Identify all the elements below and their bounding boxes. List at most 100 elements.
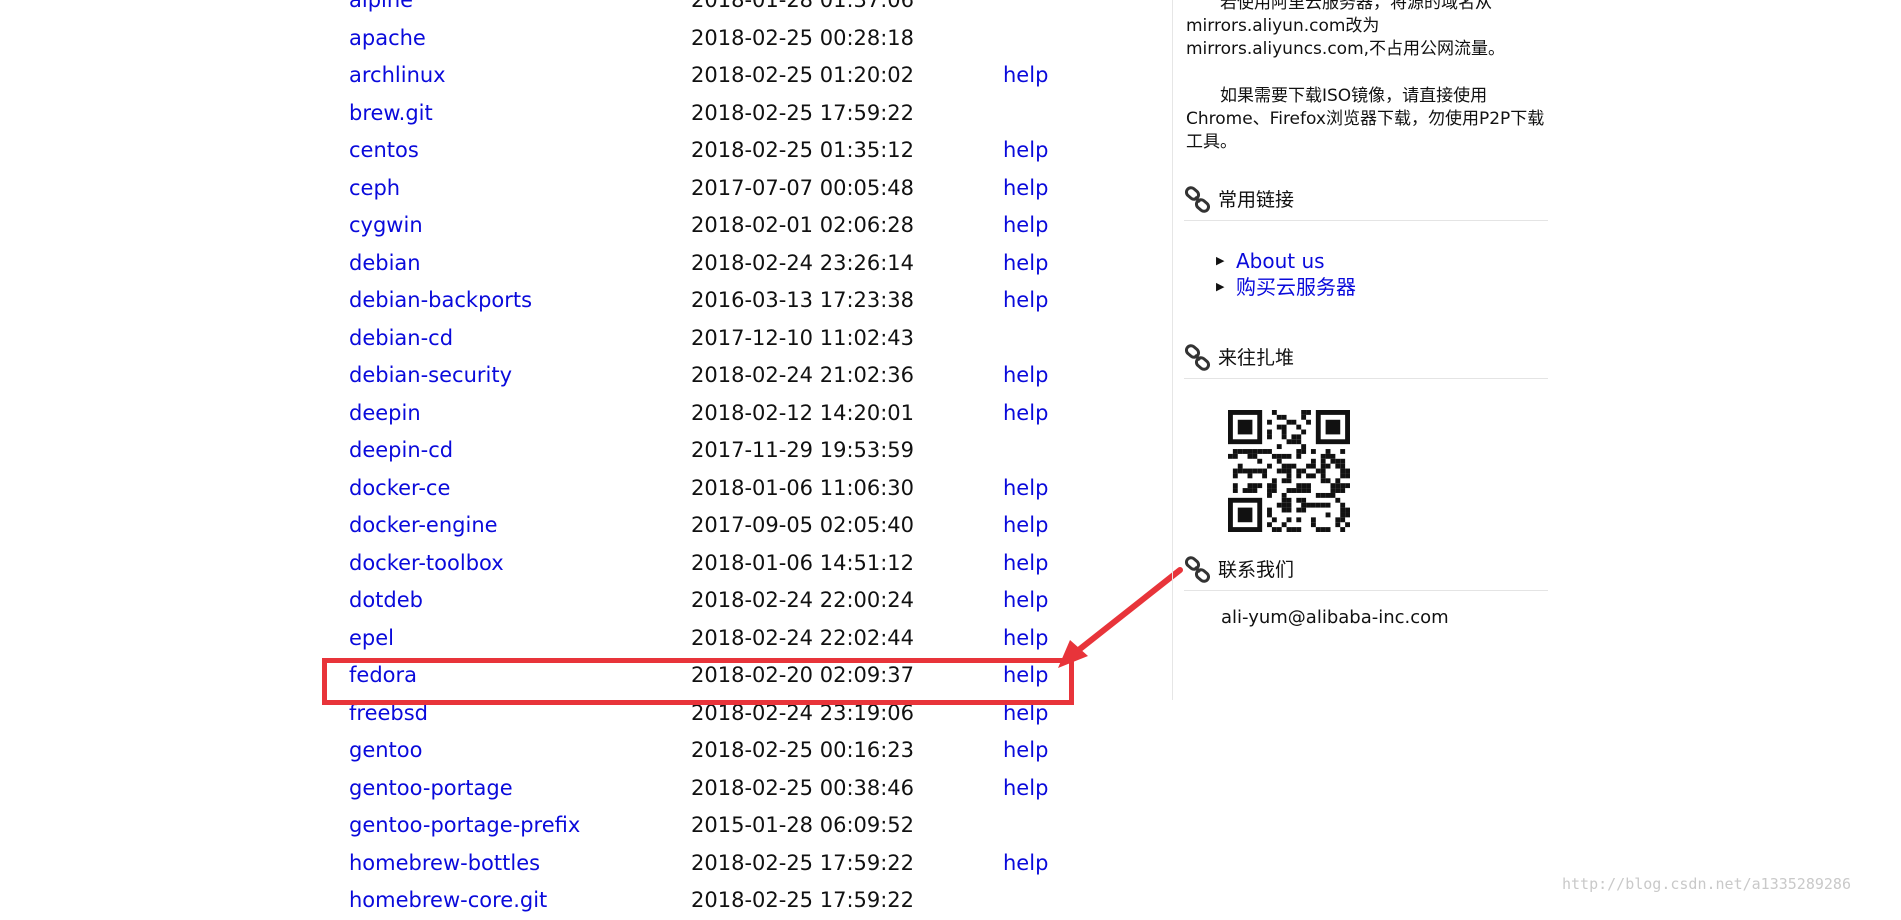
mirror-name-link[interactable]: debian-cd xyxy=(349,320,453,358)
mirror-help-link[interactable]: help xyxy=(1003,57,1048,95)
mirror-row: epel 2018-02-24 22:02:44 help xyxy=(349,620,1069,658)
mirror-row: debian-backports 2016-03-13 17:23:38 help xyxy=(349,282,1069,320)
mirror-name-link[interactable]: alpine xyxy=(349,0,413,20)
mirror-name-link[interactable]: deepin-cd xyxy=(349,432,453,470)
mirror-updated-date: 2018-02-25 17:59:22 xyxy=(691,100,915,125)
notice-iso: 如果需要下载ISO镜像，请直接使用Chrome、Firefox浏览器下载，勿使用… xyxy=(1186,85,1546,154)
mirror-row: gentoo-portage 2018-02-25 00:38:46 help xyxy=(349,770,1069,808)
mirror-row: gentoo-portage-prefix 2015-01-28 06:09:52 xyxy=(349,807,1069,845)
mirror-name-link[interactable]: gentoo-portage xyxy=(349,770,513,808)
mirror-row: docker-engine 2017-09-05 02:05:40 help xyxy=(349,507,1069,545)
mirror-help-link[interactable]: help xyxy=(1003,245,1048,283)
buy-server-link[interactable]: 购买云服务器 xyxy=(1236,275,1356,299)
triangle-bullet-icon: ▶ xyxy=(1216,280,1225,293)
mirror-help-link[interactable]: help xyxy=(1003,132,1048,170)
mirror-name-link[interactable]: ceph xyxy=(349,170,400,208)
mirror-help-link[interactable]: help xyxy=(1003,395,1048,433)
watermark: http://blog.csdn.net/a1335289286 xyxy=(1562,875,1851,893)
mirror-row: docker-toolbox 2018-01-06 14:51:12 help xyxy=(349,545,1069,583)
mirror-row: homebrew-bottles 2018-02-25 17:59:22 help xyxy=(349,845,1069,883)
mirror-help-link[interactable]: help xyxy=(1003,845,1048,883)
mirror-row: debian 2018-02-24 23:26:14 help xyxy=(349,245,1069,283)
mirror-help-link[interactable]: help xyxy=(1003,507,1048,545)
link-item-buy-server: ▶ 购买云服务器 xyxy=(1216,274,1356,300)
mirror-help-link[interactable]: help xyxy=(1003,170,1048,208)
mirror-row: archlinux 2018-02-25 01:20:02 help xyxy=(349,57,1069,95)
chain-link-icon xyxy=(1184,556,1211,583)
mirror-row: cygwin 2018-02-01 02:06:28 help xyxy=(349,207,1069,245)
mirror-name-link[interactable]: cygwin xyxy=(349,207,423,245)
chain-link-icon xyxy=(1184,344,1211,371)
mirror-help-link[interactable]: help xyxy=(1003,357,1048,395)
mirror-row: apache 2018-02-25 00:28:18 xyxy=(349,20,1069,58)
mirror-updated-date: 2018-02-25 17:59:22 xyxy=(691,888,915,912)
mirror-name-link[interactable]: docker-engine xyxy=(349,507,498,545)
mirror-row: docker-ce 2018-01-06 11:06:30 help xyxy=(349,470,1069,508)
mirror-updated-date: 2018-02-25 00:16:23 xyxy=(691,738,915,762)
mirror-row: deepin-cd 2017-11-29 19:53:59 xyxy=(349,432,1069,470)
links-section-header: 常用链接 xyxy=(1184,182,1548,221)
contact-section-header: 联系我们 xyxy=(1184,552,1548,591)
mirror-updated-date: 2018-02-25 00:28:18 xyxy=(691,25,915,50)
mirror-name-link[interactable]: gentoo-portage-prefix xyxy=(349,807,580,845)
mirror-row: debian-cd 2017-12-10 11:02:43 xyxy=(349,320,1069,358)
notice-iso-text: 如果需要下载ISO镜像，请直接使用Chrome、Firefox浏览器下载，勿使用… xyxy=(1186,86,1545,152)
notice-intranet: 若使用阿里云服务器，将源的域名从mirrors.aliyun.com改为mirr… xyxy=(1186,0,1546,61)
mirror-name-link[interactable]: centos xyxy=(349,132,419,170)
mirror-name-link[interactable]: docker-ce xyxy=(349,470,450,508)
contact-section-title: 联系我们 xyxy=(1218,559,1295,581)
triangle-bullet-icon: ▶ xyxy=(1216,254,1225,267)
mirror-name-link[interactable]: archlinux xyxy=(349,57,446,95)
mirror-updated-date: 2018-02-25 01:20:02 xyxy=(691,63,915,87)
mirror-updated-date: 2017-07-07 00:05:48 xyxy=(691,175,915,200)
mirror-row: gentoo 2018-02-25 00:16:23 help xyxy=(349,732,1069,770)
mirror-help-link[interactable]: help xyxy=(1003,770,1048,808)
links-list: ▶ About us ▶ 购买云服务器 xyxy=(1216,248,1356,300)
mirror-updated-date: 2017-11-29 19:53:59 xyxy=(691,438,915,462)
mirror-updated-date: 2018-01-06 14:51:12 xyxy=(691,550,915,575)
mirror-updated-date: 2017-12-10 11:02:43 xyxy=(691,325,915,350)
mirror-name-link[interactable]: dotdeb xyxy=(349,582,423,620)
mirror-updated-date: 2018-02-24 23:26:14 xyxy=(691,250,915,275)
mirror-name-link[interactable]: homebrew-core.git xyxy=(349,882,547,920)
mirror-updated-date: 2017-09-05 02:05:40 xyxy=(691,513,915,537)
mirror-name-link[interactable]: docker-toolbox xyxy=(349,545,504,583)
mirror-row: deepin 2018-02-12 14:20:01 help xyxy=(349,395,1069,433)
follow-section-header: 来往扎堆 xyxy=(1184,340,1548,379)
mirror-name-link[interactable]: epel xyxy=(349,620,394,658)
qr-code xyxy=(1228,410,1350,532)
mirror-name-link[interactable]: debian-backports xyxy=(349,282,532,320)
chain-link-icon xyxy=(1184,186,1211,213)
mirror-list: alpine 2018-01-28 01:37:06 apache 2018-02-2… xyxy=(349,0,1069,920)
mirror-updated-date: 2018-02-12 14:20:01 xyxy=(691,400,915,425)
mirror-name-link[interactable]: gentoo xyxy=(349,732,423,770)
mirror-row: centos 2018-02-25 01:35:12 help xyxy=(349,132,1069,170)
mirror-name-link[interactable]: apache xyxy=(349,20,426,58)
about-us-link[interactable]: About us xyxy=(1236,249,1325,273)
mirror-help-link[interactable]: help xyxy=(1003,282,1048,320)
mirror-row: alpine 2018-01-28 01:37:06 xyxy=(349,0,1069,20)
highlight-box xyxy=(322,658,1074,705)
mirror-row: debian-security 2018-02-24 21:02:36 help xyxy=(349,357,1069,395)
mirror-name-link[interactable]: brew.git xyxy=(349,95,433,133)
mirror-updated-date: 2018-02-24 22:00:24 xyxy=(691,588,915,612)
mirror-help-link[interactable]: help xyxy=(1003,732,1048,770)
mirror-updated-date: 2018-02-25 01:35:12 xyxy=(691,138,915,162)
mirror-name-link[interactable]: homebrew-bottles xyxy=(349,845,540,883)
mirror-updated-date: 2018-01-28 01:37:06 xyxy=(691,0,915,12)
mirror-name-link[interactable]: debian-security xyxy=(349,357,512,395)
notice-intranet-text: 若使用阿里云服务器，将源的域名从mirrors.aliyun.com改为mirr… xyxy=(1186,0,1506,59)
mirror-row: homebrew-core.git 2018-02-25 17:59:22 xyxy=(349,882,1069,920)
mirror-row: dotdeb 2018-02-24 22:00:24 help xyxy=(349,582,1069,620)
mirror-name-link[interactable]: deepin xyxy=(349,395,421,433)
sidebar-divider xyxy=(1172,0,1173,700)
mirror-updated-date: 2016-03-13 17:23:38 xyxy=(691,288,915,312)
mirror-name-link[interactable]: debian xyxy=(349,245,421,283)
mirror-updated-date: 2018-01-06 11:06:30 xyxy=(691,475,915,500)
link-item-about-us: ▶ About us xyxy=(1216,248,1356,274)
mirror-updated-date: 2015-01-28 06:09:52 xyxy=(691,813,915,837)
mirror-help-link[interactable]: help xyxy=(1003,470,1048,508)
links-section-title: 常用链接 xyxy=(1218,189,1295,211)
mirror-help-link[interactable]: help xyxy=(1003,207,1048,245)
mirror-updated-date: 2018-02-01 02:06:28 xyxy=(691,213,915,237)
